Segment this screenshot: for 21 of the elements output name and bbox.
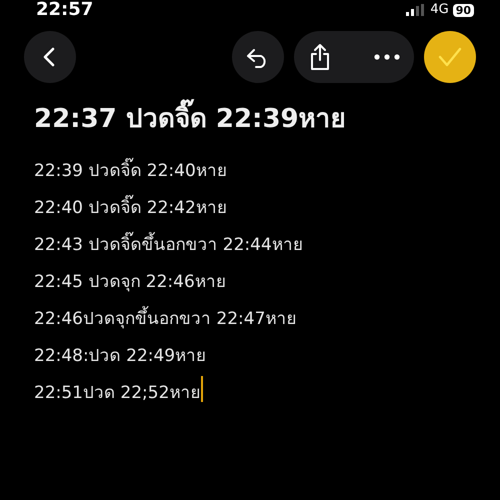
more-icon xyxy=(374,54,400,60)
note-line: 22:45 ปวดจุก 22:46หาย xyxy=(34,271,226,294)
battery-level: 90 xyxy=(452,4,474,16)
checkmark-icon xyxy=(437,46,463,68)
note-line: 22:46ปวดจุกขึ้นอกขวา 22:47หาย xyxy=(34,304,296,331)
share-button[interactable] xyxy=(308,43,332,71)
undo-button[interactable] xyxy=(232,31,284,83)
back-button[interactable] xyxy=(24,31,76,83)
note-line: 22:43 ปวดจิ๊ดขึ้นอกขวา 22:44หาย xyxy=(34,230,303,257)
text-cursor xyxy=(201,376,204,402)
note-title: 22:37 ปวดจิ๊ด 22:39หาย xyxy=(34,97,466,138)
done-button[interactable] xyxy=(424,31,476,83)
note-line: 22:39 ปวดจิ๊ด 22:40หาย xyxy=(34,156,227,183)
note-line: 22:51ปวด 22;52หาย xyxy=(34,382,200,405)
note-line: 22:40 ปวดจิ๊ด 22:42หาย xyxy=(34,193,227,220)
share-icon xyxy=(308,43,332,71)
signal-icon xyxy=(406,4,426,16)
note-line: 22:48:ปวด 22:49หาย xyxy=(34,345,206,368)
network-label: 4G xyxy=(430,3,449,17)
more-button[interactable] xyxy=(374,54,400,60)
clock-time: 22:57 xyxy=(36,1,94,19)
